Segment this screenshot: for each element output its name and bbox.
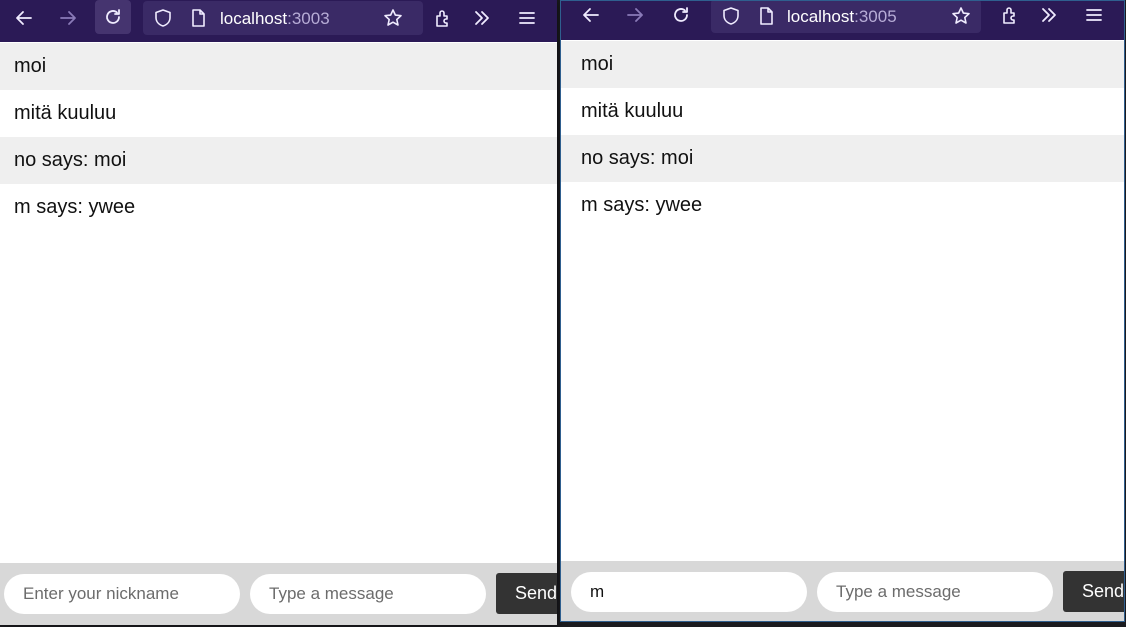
overflow-chevrons-icon: [1042, 8, 1056, 22]
list-item: no says: moi: [0, 137, 557, 184]
list-item: m says: ywee: [14, 196, 136, 218]
extensions-button[interactable]: [992, 1, 1028, 32]
menu-button[interactable]: [509, 1, 545, 35]
chat-form: Send: [0, 563, 557, 625]
page-icon[interactable]: [756, 6, 776, 26]
message-input[interactable]: [250, 574, 486, 614]
list-item: m says: ywee: [581, 194, 703, 216]
overflow-chevrons-icon: [475, 11, 489, 25]
send-button[interactable]: Send: [496, 573, 557, 614]
nickname-input[interactable]: [571, 572, 807, 612]
extensions-icon: [1003, 7, 1015, 24]
url-host: localhost: [220, 9, 288, 28]
url-text[interactable]: localhost:3005: [787, 7, 897, 27]
send-button[interactable]: Send: [1063, 571, 1124, 612]
reload-icon: [106, 9, 120, 24]
url-host: localhost: [787, 7, 855, 26]
star-icon[interactable]: [951, 6, 971, 26]
extensions-button[interactable]: [425, 1, 461, 35]
back-button[interactable]: [573, 1, 609, 32]
url-text[interactable]: localhost:3003: [220, 9, 330, 29]
browser-toolbar: localhost:3003: [0, 0, 557, 42]
forward-button[interactable]: [50, 1, 86, 35]
url-port: :3005: [854, 7, 897, 26]
message-list: moi mitä kuuluu no says: moi m says: ywe…: [0, 43, 557, 231]
shield-icon[interactable]: [721, 6, 741, 26]
star-icon[interactable]: [383, 8, 403, 28]
reload-button[interactable]: [663, 1, 699, 32]
reload-icon: [674, 7, 688, 22]
back-arrow-icon: [583, 8, 599, 22]
extensions-icon: [436, 10, 448, 27]
back-button[interactable]: [6, 1, 42, 35]
forward-arrow-icon: [627, 8, 643, 22]
message-list: moi mitä kuuluu no says: moi m says: ywe…: [561, 41, 1124, 229]
desktop: localhost:3003 moi mitä kuuluu no says: …: [0, 0, 1126, 627]
menu-icon: [1086, 9, 1102, 21]
forward-arrow-icon: [60, 11, 76, 25]
list-item: no says: moi: [561, 135, 1124, 182]
menu-button[interactable]: [1076, 1, 1112, 32]
list-item: mitä kuuluu: [14, 102, 117, 124]
browser-window-right: localhost:3005 moi mitä kuuluu no says: …: [560, 0, 1125, 622]
url-bar[interactable]: localhost:3003: [143, 1, 423, 35]
url-port: :3003: [287, 9, 330, 28]
reload-button[interactable]: [95, 0, 131, 34]
message-input[interactable]: [817, 572, 1053, 612]
list-item: moi: [561, 41, 1124, 88]
menu-icon: [519, 12, 535, 24]
forward-button[interactable]: [617, 1, 653, 32]
nickname-input[interactable]: [4, 574, 240, 614]
back-arrow-icon: [16, 11, 32, 25]
shield-icon[interactable]: [153, 8, 173, 28]
overflow-button[interactable]: [464, 1, 500, 35]
chat-form: Send: [561, 561, 1124, 621]
url-bar[interactable]: localhost:3005: [711, 1, 981, 33]
overflow-button[interactable]: [1031, 1, 1067, 32]
page-icon[interactable]: [188, 8, 208, 28]
browser-toolbar: localhost:3005: [561, 1, 1124, 40]
list-item: mitä kuuluu: [581, 100, 684, 122]
browser-window-left: localhost:3003 moi mitä kuuluu no says: …: [0, 0, 557, 625]
list-item: moi: [0, 43, 557, 90]
